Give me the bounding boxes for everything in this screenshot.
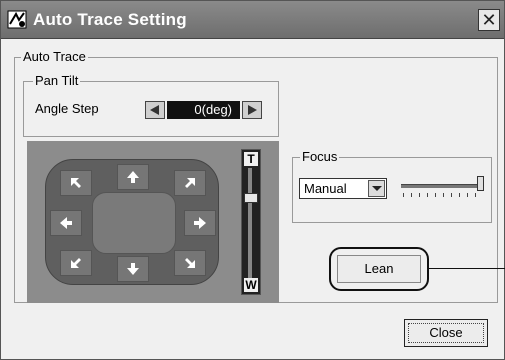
lean-button-highlight: Lean — [329, 247, 429, 291]
chevron-down-icon — [372, 186, 382, 191]
arrow-down-icon — [127, 263, 139, 275]
arrow-right-icon — [194, 217, 206, 229]
angle-step-value: 0(deg) — [167, 101, 240, 119]
angle-step-label: Angle Step — [35, 101, 99, 116]
pan-left-button[interactable] — [50, 210, 82, 236]
focus-mode-select[interactable]: Manual — [299, 178, 387, 199]
dialog-window: Auto Trace Setting ✕ Auto Trace Pan Tilt… — [0, 0, 505, 360]
close-button[interactable]: Close — [404, 319, 488, 347]
pan-tilt-label: Pan Tilt — [33, 73, 81, 88]
pan-tilt-control-panel: T W — [27, 141, 279, 303]
arrow-down-right-icon — [185, 258, 195, 268]
focus-rectangle — [408, 323, 484, 343]
auto-trace-label: Auto Trace — [21, 49, 88, 64]
tilt-up-button[interactable] — [117, 164, 149, 190]
arrow-down-left-icon — [71, 258, 81, 268]
dropdown-button[interactable] — [368, 180, 385, 197]
zoom-slider-handle[interactable] — [244, 193, 258, 203]
arrow-left-icon — [150, 105, 159, 115]
zoom-track[interactable] — [248, 168, 252, 278]
arrow-left-icon — [60, 217, 72, 229]
arrow-up-right-icon — [185, 178, 195, 188]
direction-pad — [45, 159, 219, 285]
callout-line — [427, 268, 505, 269]
window-title: Auto Trace Setting — [33, 10, 187, 29]
pan-down-left-button[interactable] — [60, 250, 92, 276]
title-bar[interactable]: Auto Trace Setting ✕ — [1, 1, 504, 39]
tilt-down-button[interactable] — [117, 256, 149, 282]
angle-step-increase-button[interactable] — [242, 101, 262, 119]
angle-step-decrease-button[interactable] — [145, 101, 165, 119]
zoom-control: T W — [241, 149, 261, 295]
focus-slider-handle[interactable] — [477, 176, 484, 191]
arrow-up-icon — [127, 171, 139, 183]
arrow-right-icon — [248, 105, 257, 115]
focus-slider-ticks — [403, 193, 479, 197]
pan-right-button[interactable] — [184, 210, 216, 236]
focus-slider-track[interactable] — [401, 184, 481, 188]
camera-trace-icon — [7, 10, 27, 29]
pan-up-right-button[interactable] — [174, 170, 206, 196]
close-icon[interactable]: ✕ — [478, 9, 500, 31]
lean-button[interactable]: Lean — [337, 255, 421, 283]
arrow-up-left-icon — [71, 178, 81, 188]
focus-label: Focus — [300, 149, 340, 164]
direction-pad-center[interactable] — [92, 192, 176, 254]
zoom-tele-label[interactable]: T — [244, 152, 258, 166]
pan-up-left-button[interactable] — [60, 170, 92, 196]
zoom-wide-label[interactable]: W — [244, 278, 258, 292]
pan-down-right-button[interactable] — [174, 250, 206, 276]
focus-mode-value: Manual — [304, 181, 347, 196]
